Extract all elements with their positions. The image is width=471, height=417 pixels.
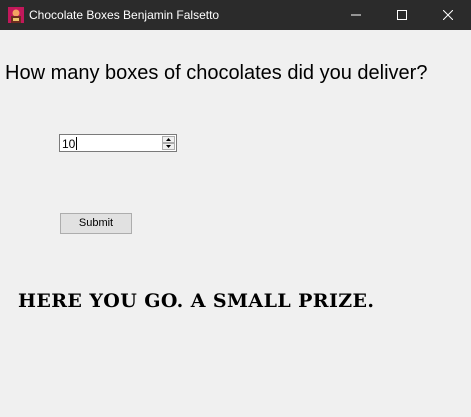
stepper-down-button[interactable] [162,143,175,150]
maximize-icon [397,10,407,20]
chevron-up-icon [166,138,171,141]
quantity-input[interactable]: 10 [62,137,75,151]
quantity-stepper[interactable]: 10 [59,134,177,152]
window-title: Chocolate Boxes Benjamin Falsetto [29,8,220,22]
minimize-button[interactable] [333,0,379,30]
question-label: How many boxes of chocolates did you del… [5,62,428,84]
chevron-down-icon [166,145,171,148]
close-icon [443,10,453,20]
close-button[interactable] [425,0,471,30]
minimize-icon [351,14,361,16]
text-caret [76,137,77,150]
app-icon [8,7,24,23]
prize-message: HERE YOU GO. A SMALL PRIZE. [18,290,375,312]
submit-button[interactable]: Submit [60,213,132,234]
maximize-button[interactable] [379,0,425,30]
stepper-up-button[interactable] [162,136,175,143]
title-bar[interactable]: Chocolate Boxes Benjamin Falsetto [0,0,471,30]
